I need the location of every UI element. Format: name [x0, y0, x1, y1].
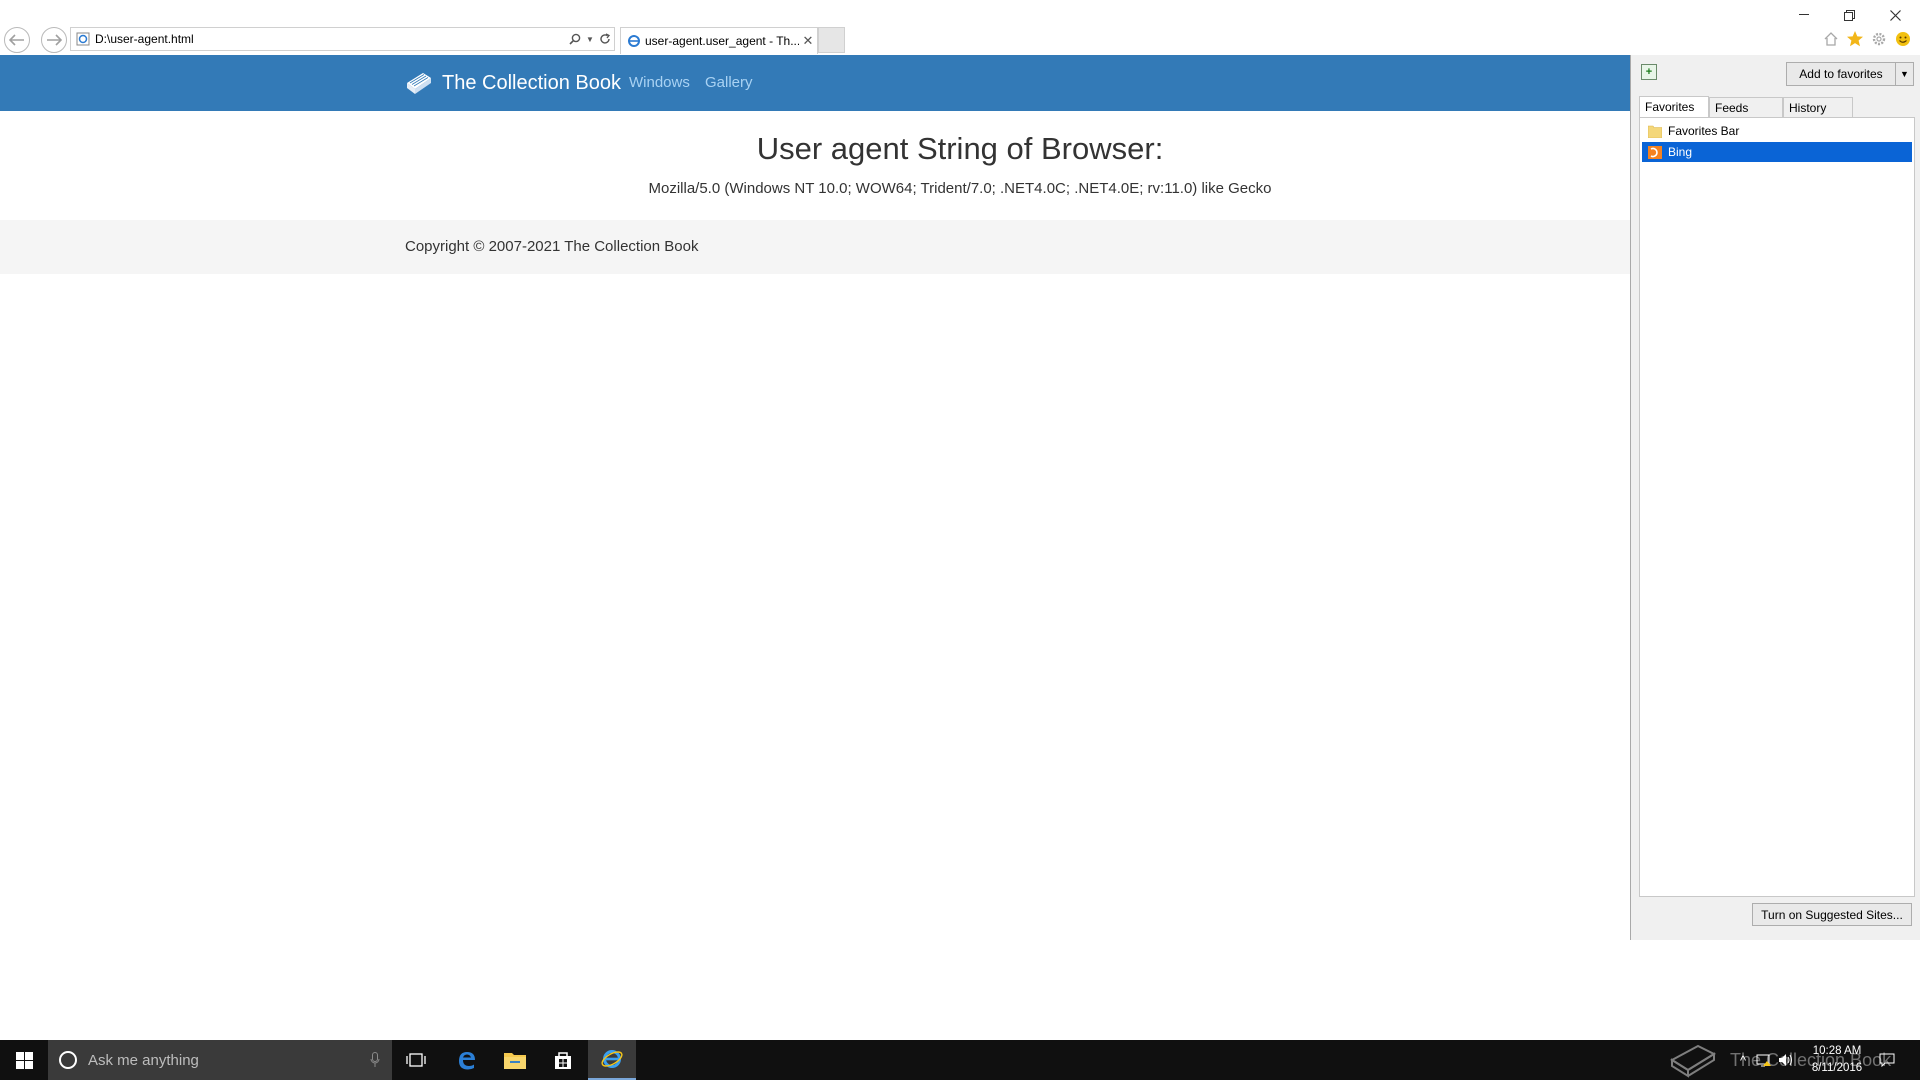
- brand-text: The Collection Book: [442, 71, 621, 94]
- favorites-item-label: Favorites Bar: [1668, 124, 1740, 138]
- folder-icon: [1648, 125, 1662, 138]
- cortana-search-box[interactable]: Ask me anything: [48, 1040, 392, 1080]
- turn-on-suggested-sites-button[interactable]: Turn on Suggested Sites...: [1752, 903, 1912, 926]
- gear-icon: [1872, 32, 1886, 46]
- book-watermark-icon: [1670, 1044, 1717, 1078]
- nav-link-gallery[interactable]: Gallery: [705, 74, 753, 91]
- new-tab-button[interactable]: [818, 27, 845, 53]
- favorites-item-favorites-bar[interactable]: Favorites Bar: [1642, 121, 1912, 141]
- bing-icon: [1648, 145, 1662, 159]
- back-button[interactable]: [4, 27, 30, 53]
- clock-time: 10:28 AM: [1812, 1045, 1862, 1057]
- forward-button[interactable]: [41, 27, 67, 53]
- site-footer: Copyright © 2007-2021 The Collection Boo…: [0, 220, 1630, 274]
- taskbar-clock[interactable]: 10:28 AM 8/11/2016: [1792, 1043, 1882, 1077]
- address-bar[interactable]: D:\user-agent.html ▼: [70, 27, 615, 51]
- favorites-button[interactable]: [1844, 28, 1866, 50]
- windows-logo-icon: [15, 1051, 33, 1069]
- edge-app-button[interactable]: [443, 1040, 491, 1080]
- tab-feeds[interactable]: Feeds: [1709, 97, 1783, 117]
- search-placeholder: Ask me anything: [88, 1051, 199, 1069]
- close-window-button[interactable]: [1875, 4, 1915, 26]
- favorites-item-bing[interactable]: Bing: [1642, 142, 1912, 162]
- favorites-center: + Add to favorites ▼ Favorites Feeds His…: [1630, 55, 1920, 940]
- network-icon[interactable]: [1755, 1050, 1773, 1070]
- folder-icon: [504, 1053, 526, 1069]
- cortana-circle-icon: [58, 1050, 78, 1070]
- address-text[interactable]: D:\user-agent.html: [95, 32, 566, 46]
- store-bag-icon: [555, 1052, 571, 1069]
- action-center-icon[interactable]: [1878, 1050, 1896, 1070]
- microphone-icon[interactable]: [370, 1052, 380, 1068]
- favorites-list: Favorites Bar Bing: [1639, 117, 1915, 897]
- file-explorer-button[interactable]: [491, 1040, 539, 1080]
- close-tab-icon[interactable]: ✕: [799, 33, 817, 49]
- tab-user-agent[interactable]: user-agent.user_agent - Th... ✕: [620, 27, 818, 54]
- ie-icon: [601, 1050, 623, 1068]
- feedback-button[interactable]: [1892, 28, 1914, 50]
- task-view-button[interactable]: [392, 1040, 440, 1080]
- tab-history[interactable]: History: [1783, 97, 1853, 117]
- pin-favorites-center-icon[interactable]: +: [1641, 64, 1657, 80]
- tab-favorites[interactable]: Favorites: [1639, 96, 1709, 118]
- smiley-icon: [1896, 32, 1910, 46]
- search-icon[interactable]: [566, 33, 584, 45]
- clock-date: 8/11/2016: [1811, 1062, 1863, 1074]
- home-icon: [1824, 32, 1838, 46]
- browser-chrome: D:\user-agent.html ▼ user-agent.user_age…: [0, 0, 1920, 55]
- copyright-text: Copyright © 2007-2021 The Collection Boo…: [405, 238, 699, 255]
- show-hidden-icons-chevron-icon[interactable]: ^: [1734, 1050, 1752, 1070]
- tools-button[interactable]: [1868, 28, 1890, 50]
- ie-icon: [627, 34, 641, 48]
- edge-icon: [459, 1052, 475, 1070]
- task-view-icon: [406, 1053, 426, 1067]
- close-icon: [1889, 9, 1901, 21]
- home-button[interactable]: [1820, 28, 1842, 50]
- refresh-icon[interactable]: [596, 33, 614, 45]
- windows-taskbar: Ask me anything The Collection Book ^ 10…: [0, 1040, 1920, 1080]
- favorites-item-label: Bing: [1668, 145, 1693, 159]
- chevron-down-icon[interactable]: ▼: [584, 35, 596, 44]
- brand-link[interactable]: The Collection Book: [404, 69, 621, 97]
- back-arrow-icon: [9, 34, 24, 46]
- restore-button[interactable]: [1829, 4, 1869, 26]
- book-logo-icon: [407, 73, 431, 94]
- add-to-favorites-dropdown[interactable]: ▼: [1896, 62, 1914, 86]
- internet-explorer-app-button[interactable]: [588, 1040, 636, 1080]
- page-icon: [76, 32, 90, 51]
- tab-title: user-agent.user_agent - Th...: [645, 34, 799, 48]
- forward-arrow-icon: [47, 34, 62, 46]
- nav-link-windows[interactable]: Windows: [629, 74, 690, 91]
- restore-icon: [1843, 9, 1855, 21]
- site-navbar: The Collection Book Windows Gallery: [0, 55, 1630, 111]
- add-to-favorites-button[interactable]: Add to favorites: [1786, 62, 1896, 86]
- start-button[interactable]: [0, 1040, 48, 1080]
- star-icon: [1847, 31, 1863, 47]
- minimize-icon: [1799, 14, 1809, 15]
- store-app-button[interactable]: [539, 1040, 587, 1080]
- minimize-button[interactable]: [1784, 4, 1824, 26]
